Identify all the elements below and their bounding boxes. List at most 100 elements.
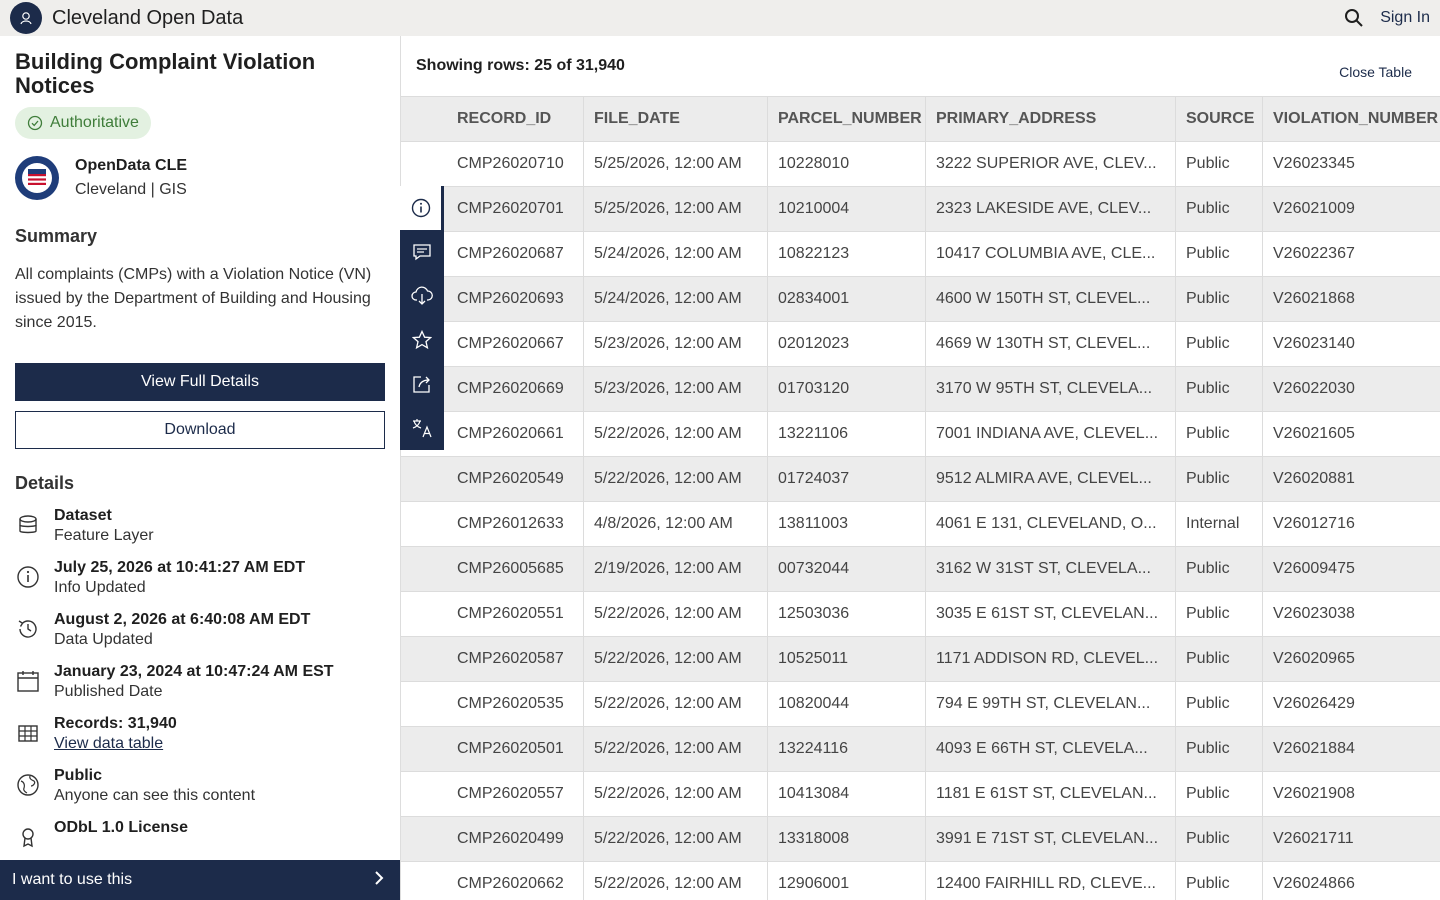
owner-block: OpenData CLE Cleveland | GIS (15, 154, 385, 202)
column-header[interactable]: PRIMARY_ADDRESS (926, 97, 1176, 141)
column-header[interactable]: SOURCE (1176, 97, 1263, 141)
record-id-cell: CMP26020557 (447, 772, 584, 816)
table-row[interactable]: CMP26020693 5/24/2026, 12:00 AM 02834001 46… (401, 277, 1440, 322)
table-row[interactable]: CMP26020549 5/22/2026, 12:00 AM 01724037 95… (401, 457, 1440, 502)
table-row[interactable]: CMP26020667 5/23/2026, 12:00 AM 02012023 46… (401, 322, 1440, 367)
record-id-cell: CMP26020535 (447, 682, 584, 726)
source-cell: Public (1176, 367, 1263, 411)
source-cell: Internal (1176, 502, 1263, 546)
row-spacer (401, 502, 447, 546)
check-circle-icon (27, 115, 43, 131)
source-cell: Public (1176, 277, 1263, 321)
row-spacer (401, 727, 447, 771)
table-row[interactable]: CMP26012633 4/8/2026, 12:00 AM 13811003 406… (401, 502, 1440, 547)
view-data-table-link[interactable]: View data table (54, 734, 177, 754)
parcel-number-cell: 10820044 (768, 682, 926, 726)
owner-name[interactable]: OpenData CLE (75, 154, 187, 178)
table-row[interactable]: CMP26020661 5/22/2026, 12:00 AM 13221106 70… (401, 412, 1440, 457)
record-id-cell: CMP26020549 (447, 457, 584, 501)
column-header[interactable]: RECORD_ID (447, 97, 584, 141)
source-cell: Public (1176, 772, 1263, 816)
violation-number-cell: V26020881 (1273, 470, 1355, 487)
violation-number-cell: V26020965 (1273, 650, 1355, 667)
table-row[interactable]: CMP26020501 5/22/2026, 12:00 AM 13224116 40… (401, 727, 1440, 772)
violation-number-cell: V26009475 (1273, 560, 1355, 577)
table-row[interactable]: CMP26020710 5/25/2026, 12:00 AM 10228010 32… (401, 142, 1440, 187)
published-date: January 23, 2024 at 10:47:24 AM EST (54, 663, 334, 680)
file-date-cell: 5/22/2026, 12:00 AM (584, 457, 768, 501)
comment-icon[interactable] (400, 230, 444, 274)
row-spacer (401, 682, 447, 726)
summary-heading: Summary (15, 226, 98, 246)
primary-address-cell: 3162 W 31ST ST, CLEVELA... (926, 547, 1176, 591)
site-logo-icon[interactable] (10, 2, 42, 34)
row-spacer (401, 817, 447, 861)
column-header[interactable]: FILE_DATE (584, 97, 768, 141)
action-rail (400, 186, 444, 450)
i-want-to-use-this-button[interactable]: I want to use this (0, 860, 400, 900)
close-table-button[interactable]: Close Table (1339, 64, 1412, 80)
primary-address-cell: 3991 E 71ST ST, CLEVELAN... (926, 817, 1176, 861)
record-id-cell: CMP26020662 (447, 862, 584, 900)
row-spacer (401, 592, 447, 636)
violation-number-cell: V26022030 (1273, 380, 1355, 397)
table-row[interactable]: CMP26020701 5/25/2026, 12:00 AM 10210004 23… (401, 187, 1440, 232)
column-header[interactable]: VIOLATION_NUMBER (1263, 97, 1440, 141)
owner-org: Cleveland | GIS (75, 181, 187, 198)
parcel-number-cell: 01724037 (768, 457, 926, 501)
table-row[interactable]: CMP26020535 5/22/2026, 12:00 AM 10820044 79… (401, 682, 1440, 727)
share-icon[interactable] (400, 362, 444, 406)
table-row[interactable]: CMP26020551 5/22/2026, 12:00 AM 12503036 30… (401, 592, 1440, 637)
table-row[interactable]: CMP26020557 5/22/2026, 12:00 AM 10413084 11… (401, 772, 1440, 817)
source-cell: Public (1176, 682, 1263, 726)
parcel-number-cell: 10413084 (768, 772, 926, 816)
detail-item: July 25, 2026 at 10:41:27 AM EDT Info Up… (15, 558, 385, 598)
table-row[interactable]: CMP26020662 5/22/2026, 12:00 AM 12906001 12… (401, 862, 1440, 900)
record-id-cell: CMP26020687 (447, 232, 584, 276)
source-cell: Public (1176, 412, 1263, 456)
info-icon[interactable] (400, 186, 444, 230)
info-updated-label: Info Updated (54, 579, 146, 596)
table-header-row: RECORD_ID FILE_DATE PARCEL_NUMBER PRIMAR… (401, 96, 1440, 142)
summary-text: All complaints (CMPs) with a Violation N… (15, 266, 372, 331)
authoritative-badge: Authoritative (15, 107, 151, 139)
parcel-number-cell: 10525011 (768, 637, 926, 681)
table-row[interactable]: CMP26020687 5/24/2026, 12:00 AM 10822123 10… (401, 232, 1440, 277)
file-date-cell: 5/25/2026, 12:00 AM (584, 187, 768, 231)
row-spacer (401, 457, 447, 501)
table-row[interactable]: CMP26005685 2/19/2026, 12:00 AM 00732044 31… (401, 547, 1440, 592)
row-spacer (401, 772, 447, 816)
detail-item: Dataset Feature Layer (15, 506, 385, 546)
access-level: Public (54, 767, 103, 784)
primary-address-cell: 3035 E 61ST ST, CLEVELAN... (926, 592, 1176, 636)
search-icon[interactable] (1342, 6, 1366, 30)
info-updated-date: July 25, 2026 at 10:41:27 AM EDT (54, 559, 306, 576)
translate-icon[interactable] (400, 406, 444, 450)
row-spacer (401, 547, 447, 591)
column-header[interactable]: PARCEL_NUMBER (768, 97, 926, 141)
data-updated-label: Data Updated (54, 631, 153, 648)
table-row[interactable]: CMP26020499 5/22/2026, 12:00 AM 13318008 39… (401, 817, 1440, 862)
use-this-label: I want to use this (12, 871, 133, 888)
sign-in-link[interactable]: Sign In (1380, 9, 1430, 27)
records-count: Records: 31,940 (54, 715, 177, 732)
parcel-number-cell: 13221106 (768, 412, 926, 456)
file-date-cell: 5/23/2026, 12:00 AM (584, 367, 768, 411)
site-title[interactable]: Cleveland Open Data (52, 7, 243, 30)
view-full-details-button[interactable]: View Full Details (15, 363, 385, 401)
table-row[interactable]: CMP26020587 5/22/2026, 12:00 AM 10525011 11… (401, 637, 1440, 682)
parcel-number-cell: 12503036 (768, 592, 926, 636)
detail-type-sub: Feature Layer (54, 527, 154, 544)
star-icon[interactable] (400, 318, 444, 362)
record-id-cell: CMP26020669 (447, 367, 584, 411)
source-cell: Public (1176, 457, 1263, 501)
cloud-download-icon[interactable] (400, 274, 444, 318)
file-date-cell: 2/19/2026, 12:00 AM (584, 547, 768, 591)
license-name[interactable]: ODbL 1.0 License (54, 818, 188, 838)
violation-number-cell: V26021908 (1273, 785, 1355, 802)
download-button[interactable]: Download (15, 411, 385, 449)
record-id-cell: CMP26020587 (447, 637, 584, 681)
source-cell: Public (1176, 232, 1263, 276)
table-row[interactable]: CMP26020669 5/23/2026, 12:00 AM 01703120 31… (401, 367, 1440, 412)
violation-number-cell: V26024866 (1273, 875, 1355, 892)
